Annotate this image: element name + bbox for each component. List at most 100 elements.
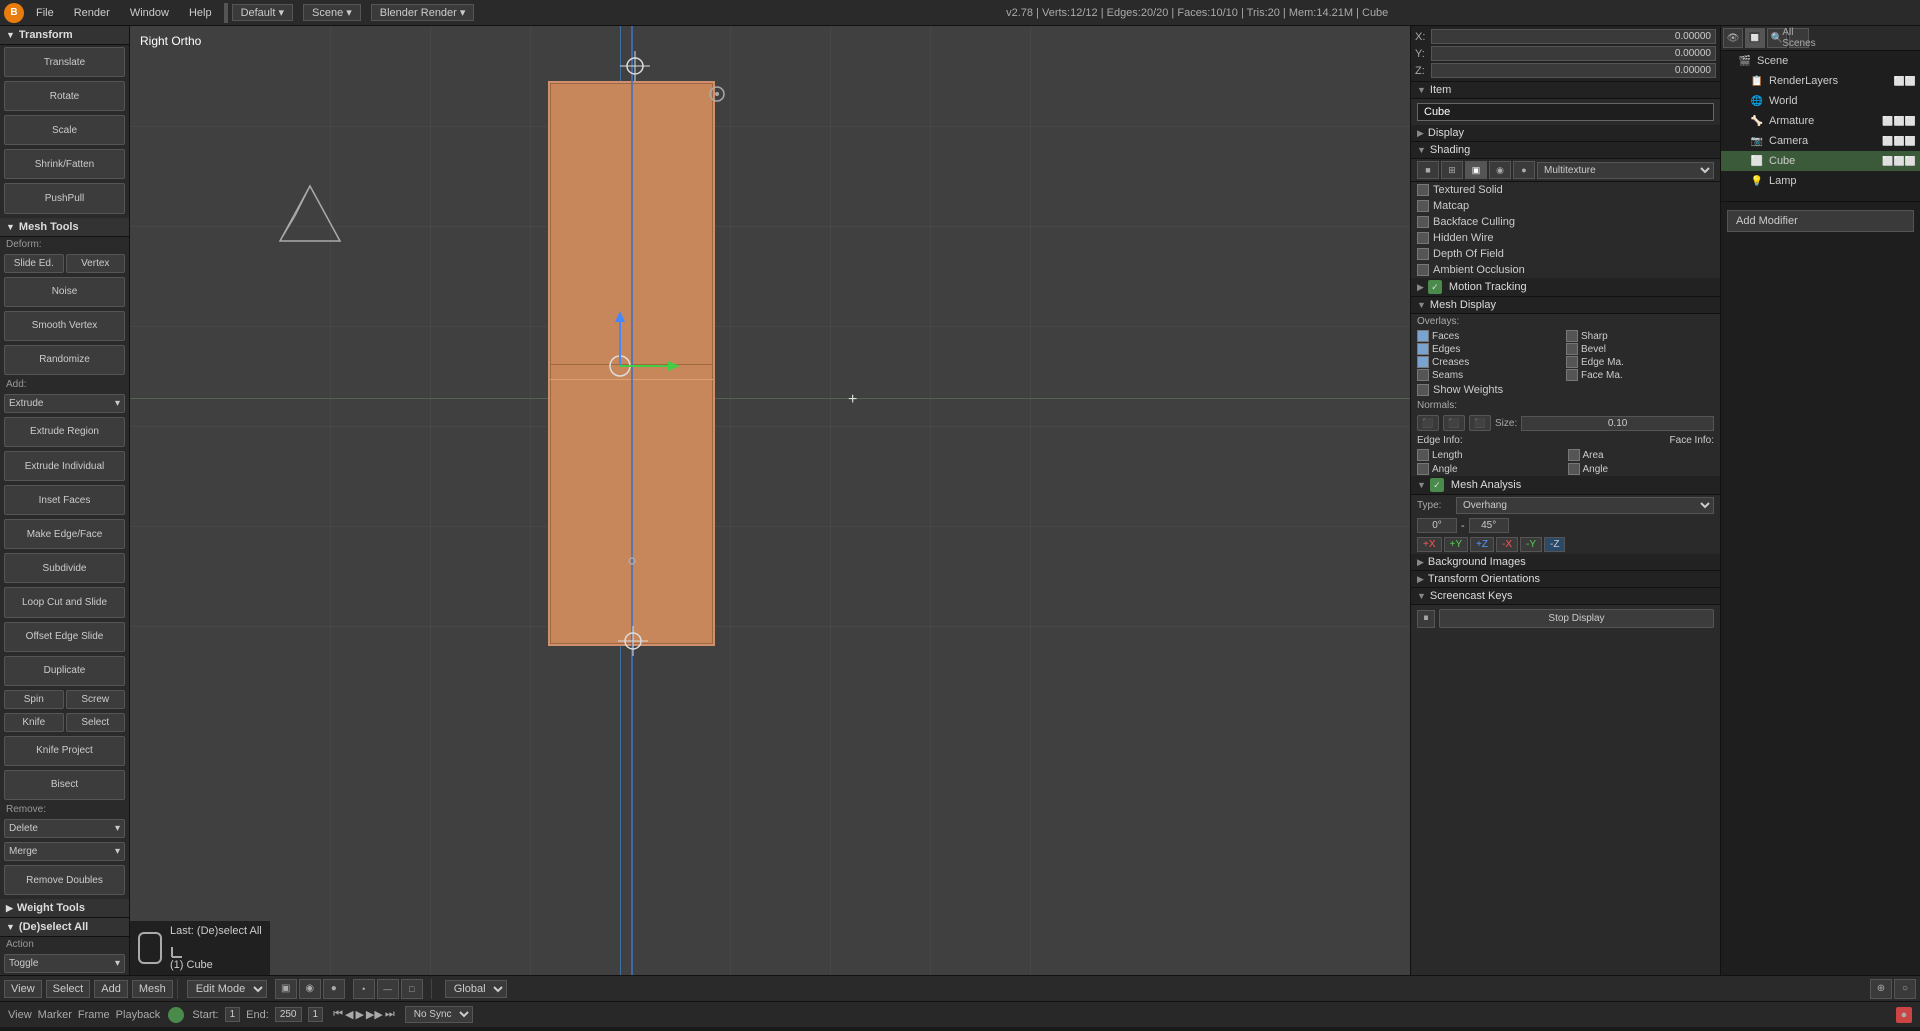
deselect-all-header[interactable]: ▼ (De)select All: [0, 918, 129, 937]
end-frame-input[interactable]: 250: [275, 1007, 302, 1022]
toolbar-add[interactable]: Add: [94, 980, 128, 998]
btn-vertex[interactable]: Vertex: [66, 254, 126, 273]
tab-scene[interactable]: 🔲: [1745, 28, 1765, 48]
type-select[interactable]: Overhang: [1456, 497, 1714, 514]
transform-space-select[interactable]: Global: [445, 980, 507, 998]
axis-neg-x[interactable]: -X: [1496, 537, 1518, 552]
mesh-tools-header[interactable]: ▼ Mesh Tools: [0, 218, 129, 237]
screencast-keys-header[interactable]: ▼ Screencast Keys: [1411, 588, 1720, 605]
axis-plus-x[interactable]: +X: [1417, 537, 1442, 552]
tree-scene[interactable]: 🎬 Scene: [1721, 51, 1920, 71]
textured-solid-checkbox[interactable]: [1417, 184, 1429, 196]
timeline-view[interactable]: View: [8, 1009, 32, 1021]
viewport-shading-3[interactable]: ●: [323, 979, 345, 999]
btn-scale[interactable]: Scale: [4, 115, 125, 145]
tab-all-scenes[interactable]: All Scenes: [1789, 28, 1809, 48]
btn-extrude-individual[interactable]: Extrude Individual: [4, 451, 125, 481]
weight-tools-header[interactable]: ▶ Weight Tools: [0, 899, 129, 918]
menu-render[interactable]: Render: [66, 5, 118, 21]
play-btn[interactable]: ▶: [355, 1008, 363, 1021]
tree-armature[interactable]: 🦴 Armature ⬜⬜⬜: [1721, 111, 1920, 131]
normals-size-val[interactable]: 0.10: [1521, 416, 1714, 431]
btn-noise[interactable]: Noise: [4, 277, 125, 307]
item-section-header[interactable]: ▼ Item: [1411, 82, 1720, 99]
normals-btn-3[interactable]: ⬛: [1469, 415, 1491, 431]
range-max[interactable]: 45°: [1469, 518, 1509, 533]
btn-remove-doubles[interactable]: Remove Doubles: [4, 865, 125, 895]
overlay-creases-check[interactable]: [1417, 356, 1429, 368]
engine-selector[interactable]: Blender Render ▾: [371, 4, 475, 21]
btn-extrude-region[interactable]: Extrude Region: [4, 417, 125, 447]
tab-view[interactable]: 👁: [1723, 28, 1743, 48]
angle-face-check[interactable]: [1568, 463, 1580, 475]
overlay-edge-ma-check[interactable]: [1566, 356, 1578, 368]
viewport-shading-2[interactable]: ◉: [299, 979, 321, 999]
shading-btn-solid[interactable]: ■: [1417, 161, 1439, 179]
tree-renderlayers[interactable]: 📋 RenderLayers ⬜⬜: [1721, 71, 1920, 91]
btn-randomize[interactable]: Randomize: [4, 345, 125, 375]
record-btn[interactable]: ●: [1896, 1007, 1912, 1023]
show-weights-check[interactable]: [1417, 384, 1429, 396]
shading-btn-render[interactable]: ●: [1513, 161, 1535, 179]
btn-knife-project[interactable]: Knife Project: [4, 736, 125, 766]
btn-push-pull[interactable]: PushPull: [4, 183, 125, 213]
overlay-seams-check[interactable]: [1417, 369, 1429, 381]
range-min[interactable]: 0°: [1417, 518, 1457, 533]
hidden-wire-checkbox[interactable]: [1417, 232, 1429, 244]
toolbar-mesh[interactable]: Mesh: [132, 980, 173, 998]
tree-world[interactable]: 🌐 World: [1721, 91, 1920, 111]
transform-orientations-header[interactable]: ▶ Transform Orientations: [1411, 571, 1720, 588]
motion-tracking-header[interactable]: ▶ ✓ Motion Tracking: [1411, 278, 1720, 297]
tree-lamp[interactable]: 💡 Lamp: [1721, 171, 1920, 191]
btn-duplicate[interactable]: Duplicate: [4, 656, 125, 686]
mesh-select-vert[interactable]: •: [353, 979, 375, 999]
overlay-sharp-check[interactable]: [1566, 330, 1578, 342]
scene-selector[interactable]: Scene ▾: [303, 4, 361, 21]
axis-neg-z[interactable]: -Z: [1544, 537, 1565, 552]
timeline-frame[interactable]: Frame: [78, 1009, 110, 1021]
coord-z-input[interactable]: 0.00000: [1431, 63, 1716, 78]
toolbar-select[interactable]: Select: [46, 980, 91, 998]
backface-culling-checkbox[interactable]: [1417, 216, 1429, 228]
mesh-display-header[interactable]: ▼ Mesh Display: [1411, 297, 1720, 314]
overlay-face-ma-check[interactable]: [1566, 369, 1578, 381]
start-frame-input[interactable]: 1: [225, 1007, 241, 1022]
btn-subdivide[interactable]: Subdivide: [4, 553, 125, 583]
mesh-analysis-header[interactable]: ▼ ✓ Mesh Analysis: [1411, 476, 1720, 495]
btn-rotate[interactable]: Rotate: [4, 81, 125, 111]
overlay-edges-check[interactable]: [1417, 343, 1429, 355]
area-check[interactable]: [1568, 449, 1580, 461]
toolbar-view[interactable]: View: [4, 980, 42, 998]
coord-x-input[interactable]: 0.00000: [1431, 29, 1716, 44]
sync-select[interactable]: No Sync: [405, 1006, 473, 1023]
shading-btn-material[interactable]: ◉: [1489, 161, 1511, 179]
btn-delete[interactable]: Delete ▾: [4, 819, 125, 838]
tree-cube[interactable]: ⬜ Cube ⬜⬜⬜: [1721, 151, 1920, 171]
add-modifier-btn[interactable]: Add Modifier: [1727, 210, 1914, 232]
mesh-select-edge[interactable]: —: [377, 979, 399, 999]
shading-btn-wire[interactable]: ⊞: [1441, 161, 1463, 179]
ambient-occlusion-checkbox[interactable]: [1417, 264, 1429, 276]
stop-display-btn[interactable]: Stop Display: [1439, 609, 1714, 628]
btn-make-edge-face[interactable]: Make Edge/Face: [4, 519, 125, 549]
transform-header[interactable]: ▼ Transform: [0, 26, 129, 45]
btn-spin[interactable]: Spin: [4, 690, 64, 709]
btn-toggle[interactable]: Toggle ▾: [4, 954, 125, 973]
overlay-bevel-check[interactable]: [1566, 343, 1578, 355]
overlay-faces-check[interactable]: [1417, 330, 1429, 342]
btn-smooth-vertex[interactable]: Smooth Vertex: [4, 311, 125, 341]
axis-neg-y[interactable]: -Y: [1520, 537, 1542, 552]
timeline-marker[interactable]: Marker: [38, 1009, 72, 1021]
pause-icon[interactable]: ⏸: [1417, 610, 1435, 628]
skip-fwd-btn[interactable]: ⏭: [385, 1008, 395, 1021]
toolbar-proportional[interactable]: ○: [1894, 979, 1916, 999]
shading-section-header[interactable]: ▼ Shading: [1411, 142, 1720, 159]
btn-offset-edge-slide[interactable]: Offset Edge Slide: [4, 622, 125, 652]
btn-loop-cut-slide[interactable]: Loop Cut and Slide: [4, 587, 125, 617]
skip-back-btn[interactable]: ⏮: [333, 1008, 343, 1021]
step-back-btn[interactable]: ◀: [345, 1008, 353, 1021]
mesh-select-face[interactable]: □: [401, 979, 423, 999]
current-frame-input[interactable]: 1: [308, 1007, 324, 1022]
toolbar-snap[interactable]: ⊕: [1870, 979, 1892, 999]
timeline-playback[interactable]: Playback: [116, 1009, 161, 1021]
